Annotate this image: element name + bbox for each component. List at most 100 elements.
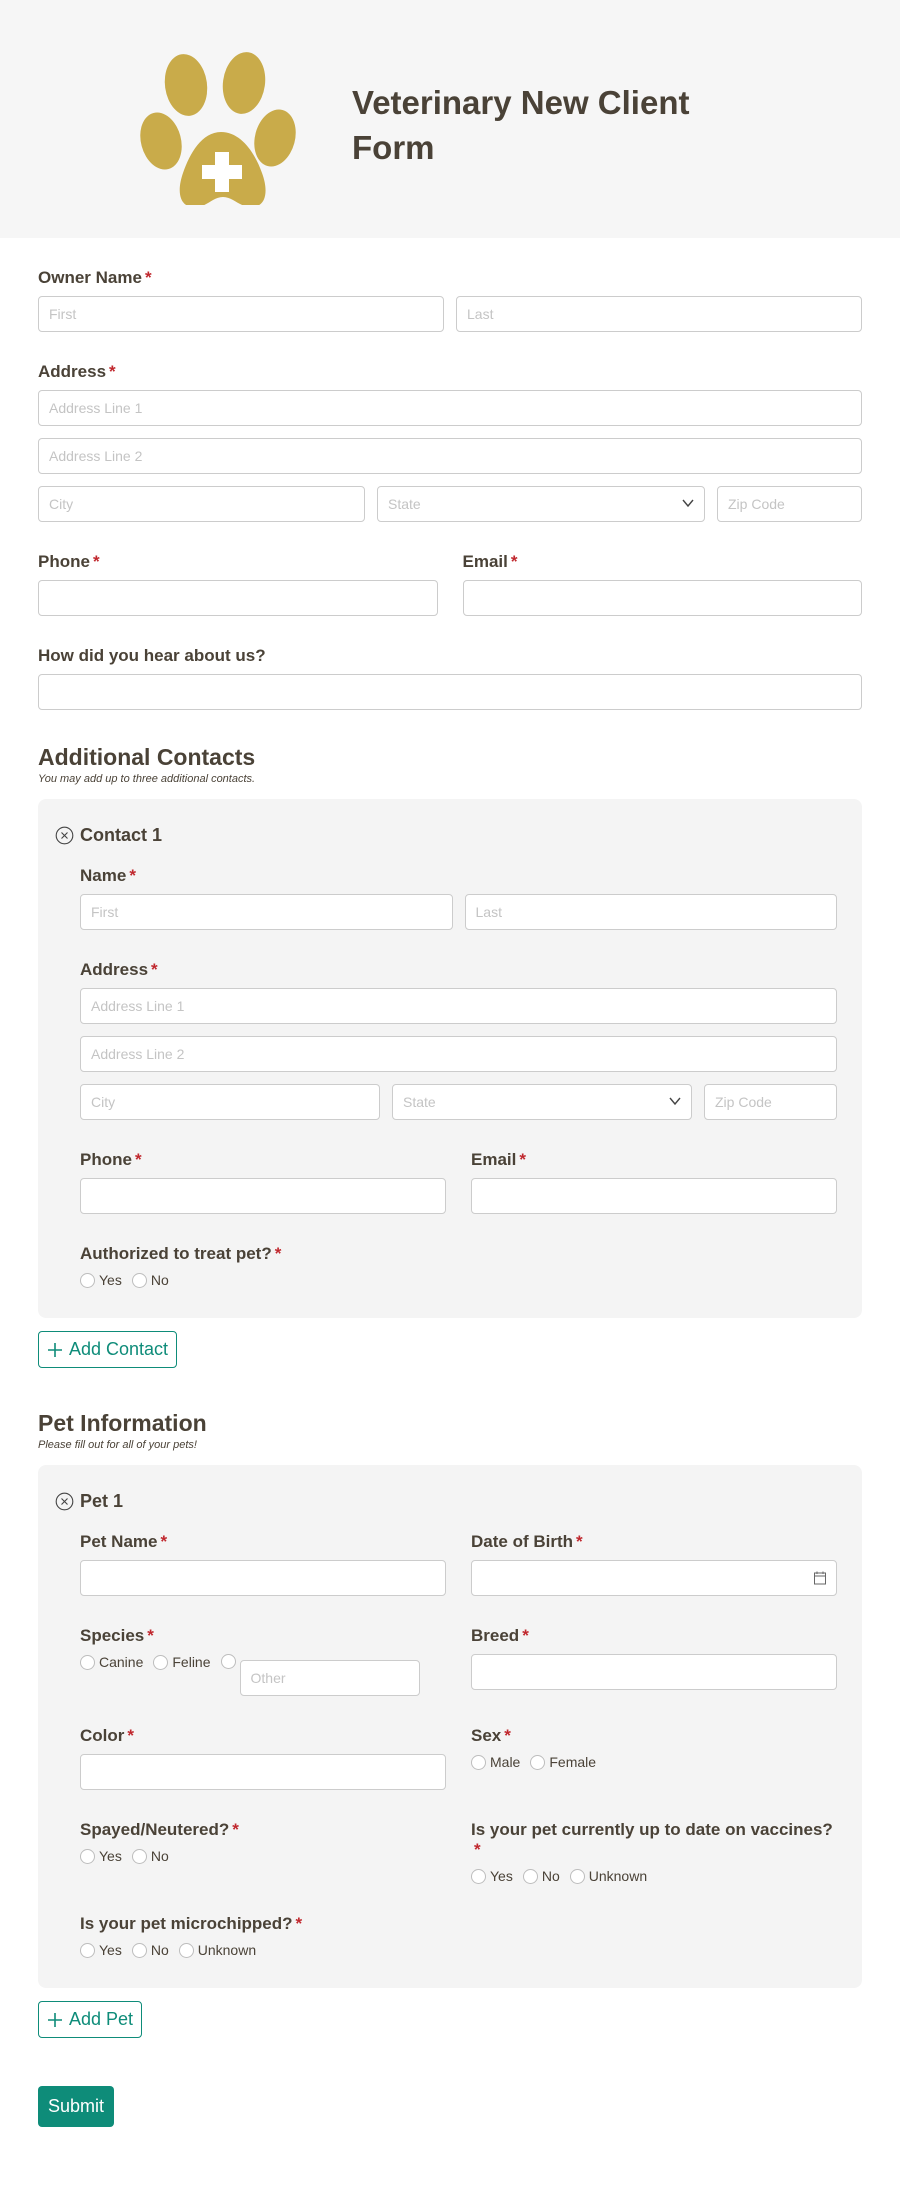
contact-city-input[interactable] [80, 1084, 380, 1120]
heard-about-input[interactable] [38, 674, 862, 710]
owner-name-field: Owner Name * [38, 268, 862, 332]
required-mark: * [129, 866, 136, 885]
radio-circle-icon [131, 1272, 147, 1288]
spayed-yes-radio[interactable]: Yes [80, 1848, 122, 1864]
pet-name-input[interactable] [80, 1560, 446, 1596]
contact-email-input[interactable] [471, 1178, 837, 1214]
add-contact-button[interactable]: Add Contact [38, 1331, 178, 1368]
owner-state-select[interactable]: State [377, 486, 705, 522]
required-mark: * [522, 1626, 529, 1645]
contact-address-field: Address* State [80, 960, 837, 1120]
remove-contact-icon[interactable] [55, 826, 74, 845]
radio-circle-icon [131, 1942, 147, 1958]
pet-heading: Pet 1 [80, 1491, 124, 1511]
pet-information-title: Pet Information [38, 1410, 207, 1436]
heard-about-field: How did you hear about us? [38, 646, 862, 710]
calendar-icon[interactable] [813, 1570, 827, 1586]
microchip-yes-radio[interactable]: Yes [80, 1942, 122, 1958]
client-form: Owner Name* Address* State Phone* Email [0, 268, 900, 2187]
spayed-no-radio[interactable]: No [131, 1848, 169, 1864]
owner-first-name-input[interactable] [38, 296, 444, 332]
add-pet-button[interactable]: Add Pet [38, 2001, 143, 2038]
radio-circle-icon [80, 1654, 95, 1670]
owner-address-line1-input[interactable] [38, 390, 862, 426]
required-mark: * [510, 552, 518, 571]
owner-email-input[interactable] [462, 580, 862, 616]
additional-contacts-subtitle: You may add up to three additional conta… [38, 773, 256, 785]
submit-button[interactable]: Submit [38, 2086, 115, 2127]
sex-male-radio[interactable]: Male [471, 1754, 520, 1770]
required-mark: * [127, 1726, 135, 1745]
required-mark: * [109, 362, 116, 381]
contact-panel-header: Contact 1 [55, 825, 837, 846]
vaccines-no-radio[interactable]: No [522, 1868, 560, 1884]
form-header: Veterinary New Client Form [0, 0, 900, 238]
sex-female-radio[interactable]: Female [530, 1754, 596, 1770]
contact-address-line2-input[interactable] [80, 1036, 837, 1072]
pet-microchip-field: Is your pet microchipped? * Yes No Unknow… [80, 1914, 837, 1958]
owner-last-name-input[interactable] [456, 296, 862, 332]
required-mark: * [134, 1150, 142, 1169]
heard-about-label: How did you hear about us? [38, 646, 266, 665]
authorized-no-radio[interactable]: No [131, 1272, 169, 1288]
species-canine-radio[interactable]: Canine [80, 1654, 143, 1670]
radio-circle-icon [471, 1754, 486, 1770]
radio-circle-icon [80, 1942, 95, 1958]
required-mark: * [576, 1532, 583, 1551]
pet-breed-input[interactable] [471, 1654, 837, 1690]
species-feline-radio[interactable]: Feline [153, 1654, 211, 1670]
pet-spayed-vaccines-row: Spayed/Neutered? * Yes No Is your pet cur… [80, 1820, 837, 1884]
pet-information-subtitle: Please fill out for all of your pets! [38, 1439, 197, 1451]
required-mark: * [519, 1150, 526, 1169]
required-mark: * [295, 1914, 303, 1933]
required-mark: * [474, 1840, 481, 1859]
species-other-radio[interactable] [220, 1654, 420, 1696]
radio-circle-icon [530, 1754, 546, 1770]
owner-address-line2-input[interactable] [38, 438, 862, 474]
remove-pet-icon[interactable] [55, 1492, 74, 1511]
contact-name-field: Name * [80, 866, 837, 930]
microchip-unknown-radio[interactable]: Unknown [178, 1942, 256, 1958]
additional-contacts-title: Additional Contacts [38, 744, 256, 770]
contact-panel: Contact 1 Name* Address* Stat [38, 799, 862, 1318]
contact-phone-input[interactable] [80, 1178, 446, 1214]
chevron-down-icon [682, 499, 694, 508]
pet-dob-label: Date of Birth * [471, 1532, 583, 1551]
contact-state-select[interactable]: State [392, 1084, 692, 1120]
pet-dob-input[interactable] [471, 1560, 837, 1596]
pet-color-input[interactable] [80, 1754, 446, 1790]
owner-phone-input[interactable] [38, 580, 438, 616]
owner-name-label: Owner Name * [38, 268, 152, 287]
species-other-input[interactable] [239, 1660, 420, 1696]
owner-city-input[interactable] [38, 486, 365, 522]
pet-name-dob-row: Pet Name * Date of Birth * [80, 1532, 837, 1596]
pet-species-label: Species * [80, 1626, 154, 1645]
contact-last-name-input[interactable] [464, 894, 837, 930]
required-mark: * [147, 1626, 154, 1645]
radio-circle-icon [153, 1654, 169, 1670]
pet-color-sex-row: Color * Sex * Male Female [80, 1726, 837, 1790]
required-mark: * [274, 1244, 282, 1263]
pet-microchip-label: Is your pet microchipped? * [80, 1914, 303, 1933]
vaccines-yes-radio[interactable]: Yes [471, 1868, 513, 1884]
pet-panel: Pet 1 Pet Name * Date of Birth * Species… [38, 1465, 862, 1988]
required-mark: * [92, 552, 100, 571]
owner-state-value: State [377, 486, 705, 522]
contact-name-label: Name * [80, 866, 136, 885]
radio-circle-icon [80, 1848, 95, 1864]
contact-state-value: State [392, 1084, 692, 1120]
authorized-yes-radio[interactable]: Yes [80, 1272, 122, 1288]
owner-zip-input[interactable] [717, 486, 862, 522]
contact-authorized-field: Authorized to treat pet? * Yes No [80, 1244, 837, 1288]
contact-address-line1-input[interactable] [80, 988, 837, 1024]
vaccines-unknown-radio[interactable]: Unknown [569, 1868, 647, 1884]
radio-circle-icon [178, 1942, 194, 1958]
pet-color-label: Color * [80, 1726, 135, 1745]
microchip-no-radio[interactable]: No [131, 1942, 169, 1958]
required-mark: * [144, 268, 152, 287]
required-mark: * [232, 1820, 239, 1839]
contact-email-label: Email * [471, 1150, 526, 1169]
contact-first-name-input[interactable] [80, 894, 453, 930]
pet-vaccines-label: Is your pet currently up to date on vacc… [471, 1820, 833, 1859]
contact-zip-input[interactable] [704, 1084, 837, 1120]
